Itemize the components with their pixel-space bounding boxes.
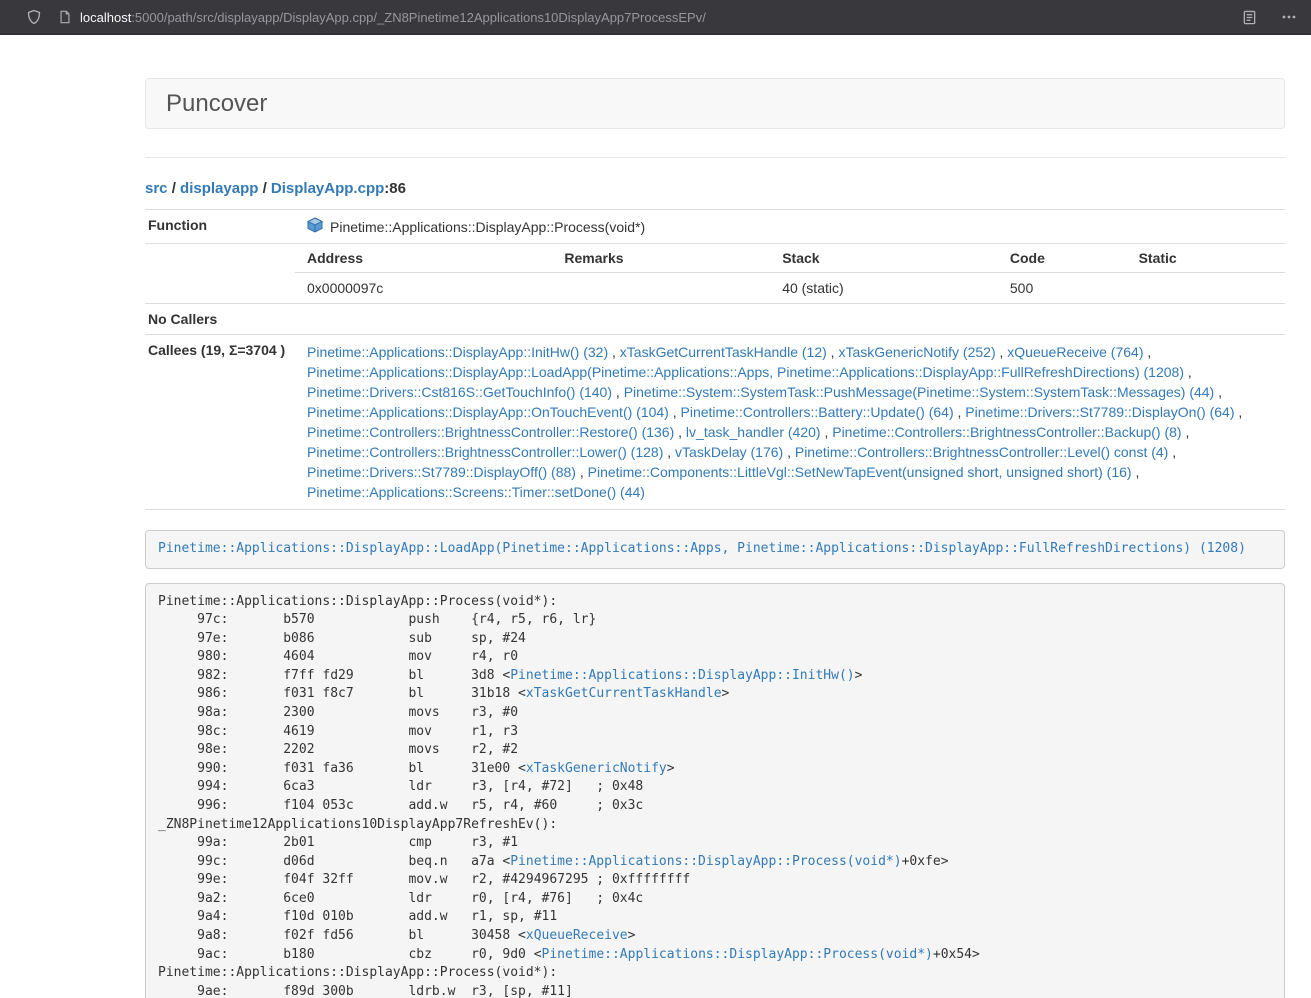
breadcrumb-separator: / — [168, 180, 181, 197]
table-cell — [552, 273, 770, 304]
breadcrumb-link[interactable]: displayapp — [180, 180, 258, 197]
asm-symbol-link[interactable]: xQueueReceive — [526, 928, 628, 943]
table-cell: 500 — [998, 273, 1127, 304]
callee-separator: , — [1168, 444, 1176, 460]
url-host: localhost — [80, 10, 131, 25]
callee-separator: , — [576, 464, 588, 480]
callees-row: Callees (19, Σ=3704 ) Pinetime::Applicat… — [145, 335, 1285, 510]
asm-symbol-link[interactable]: Pinetime::Applications::DisplayApp::Init… — [510, 668, 854, 683]
highlight-symbol-box: Pinetime::Applications::DisplayApp::Load… — [145, 530, 1285, 569]
asm-symbol-link[interactable]: xTaskGenericNotify — [526, 761, 667, 776]
callee-link[interactable]: Pinetime::Applications::DisplayApp::Init… — [307, 344, 608, 360]
function-name: Pinetime::Applications::DisplayApp::Proc… — [330, 219, 645, 235]
callee-link[interactable]: vTaskDelay (176) — [675, 444, 783, 460]
callees-list: Pinetime::Applications::DisplayApp::Init… — [295, 335, 1285, 510]
callee-link[interactable]: lv_task_handler (420) — [686, 424, 821, 440]
asm-symbol-link[interactable]: xTaskGetCurrentTaskHandle — [526, 686, 722, 701]
breadcrumb-link[interactable]: src — [145, 180, 168, 197]
callee-separator: , — [608, 344, 620, 360]
callee-link[interactable]: xTaskGetCurrentTaskHandle (12) — [620, 344, 827, 360]
callee-separator: , — [821, 424, 833, 440]
no-callers-label: No Callers — [145, 304, 295, 335]
column-header: Remarks — [552, 244, 770, 273]
url-path: :5000/path/src/displayapp/DisplayApp.cpp… — [131, 10, 706, 25]
address-table: AddressRemarksStackCodeStatic 0x0000097c… — [295, 244, 1285, 303]
disassembly: Pinetime::Applications::DisplayApp::Proc… — [145, 583, 1285, 998]
app-header: Puncover — [145, 78, 1285, 129]
callee-separator: , — [1184, 364, 1192, 380]
function-type-icon — [307, 217, 323, 236]
callee-link[interactable]: Pinetime::Controllers::BrightnessControl… — [832, 424, 1181, 440]
callee-link[interactable]: Pinetime::Drivers::St7789::DisplayOn() (… — [965, 404, 1234, 420]
divider — [145, 157, 1285, 158]
callee-separator: , — [669, 404, 681, 420]
app-title[interactable]: Puncover — [166, 90, 267, 118]
column-header: Address — [295, 244, 552, 273]
callee-separator: , — [1214, 384, 1222, 400]
address-block-label — [145, 244, 295, 304]
function-row: Function Pinetime::Applications::Display… — [145, 210, 1285, 244]
callee-separator: , — [1143, 344, 1151, 360]
callee-separator: , — [1132, 464, 1140, 480]
column-header: Code — [998, 244, 1127, 273]
callee-link[interactable]: Pinetime::Controllers::BrightnessControl… — [795, 444, 1168, 460]
table-cell — [1127, 273, 1285, 304]
callee-link[interactable]: Pinetime::Controllers::BrightnessControl… — [307, 444, 663, 460]
callee-link[interactable]: xQueueReceive (764) — [1007, 344, 1143, 360]
tracking-protection-shield-icon[interactable] — [24, 7, 44, 27]
url-bar[interactable]: localhost:5000/path/src/displayapp/Displ… — [58, 10, 706, 25]
callee-separator: , — [827, 344, 839, 360]
address-block-row: AddressRemarksStackCodeStatic 0x0000097c… — [145, 244, 1285, 304]
breadcrumb-link[interactable]: DisplayApp.cpp — [271, 180, 384, 197]
no-callers-row: No Callers — [145, 304, 1285, 335]
callee-separator: , — [674, 424, 686, 440]
callee-separator: , — [996, 344, 1008, 360]
highlight-symbol-link[interactable]: Pinetime::Applications::DisplayApp::Load… — [158, 541, 1246, 556]
breadcrumb-separator: / — [258, 180, 271, 197]
address-table-data-row: 0x0000097c 40 (static)500 — [295, 273, 1285, 304]
callee-separator: , — [954, 404, 966, 420]
callee-link[interactable]: Pinetime::System::SystemTask::PushMessag… — [624, 384, 1215, 400]
callee-separator: , — [1235, 404, 1243, 420]
callee-link[interactable]: Pinetime::Controllers::BrightnessControl… — [307, 424, 674, 440]
address-table-header-row: AddressRemarksStackCodeStatic — [295, 244, 1285, 273]
function-table: Function Pinetime::Applications::Display… — [145, 209, 1285, 510]
function-label: Function — [145, 210, 295, 244]
callee-separator: , — [783, 444, 795, 460]
callee-link[interactable]: Pinetime::Applications::Screens::Timer::… — [307, 484, 645, 500]
callee-link[interactable]: Pinetime::Components::LittleVgl::SetNewT… — [588, 464, 1132, 480]
breadcrumb-line-number: :86 — [384, 180, 406, 197]
no-callers-cell — [295, 304, 1285, 335]
reader-view-icon[interactable] — [1240, 8, 1259, 27]
callee-link[interactable]: Pinetime::Applications::DisplayApp::Load… — [307, 364, 1184, 380]
breadcrumb: src / displayapp / DisplayApp.cpp:86 — [145, 180, 1285, 197]
main-content: Puncover src / displayapp / DisplayApp.c… — [145, 78, 1285, 998]
callee-separator: , — [612, 384, 624, 400]
column-header: Static — [1127, 244, 1285, 273]
browser-chrome: localhost:5000/path/src/displayapp/Displ… — [0, 0, 1311, 35]
callees-label: Callees (19, Σ=3704 ) — [145, 335, 295, 510]
page-info-icon[interactable] — [58, 10, 72, 24]
asm-symbol-link[interactable]: Pinetime::Applications::DisplayApp::Proc… — [542, 947, 933, 962]
table-cell: 40 (static) — [770, 273, 998, 304]
callee-link[interactable]: Pinetime::Drivers::St7789::DisplayOff() … — [307, 464, 576, 480]
callee-link[interactable]: Pinetime::Drivers::Cst816S::GetTouchInfo… — [307, 384, 612, 400]
callee-link[interactable]: Pinetime::Applications::DisplayApp::OnTo… — [307, 404, 669, 420]
callee-link[interactable]: Pinetime::Controllers::Battery::Update()… — [681, 404, 954, 420]
callee-link[interactable]: xTaskGenericNotify (252) — [838, 344, 995, 360]
column-header: Stack — [770, 244, 998, 273]
callee-separator: , — [1182, 424, 1190, 440]
callee-separator: , — [663, 444, 675, 460]
table-cell: 0x0000097c — [295, 273, 552, 304]
asm-symbol-link[interactable]: Pinetime::Applications::DisplayApp::Proc… — [510, 854, 901, 869]
overflow-menu-icon[interactable] — [1279, 7, 1299, 27]
